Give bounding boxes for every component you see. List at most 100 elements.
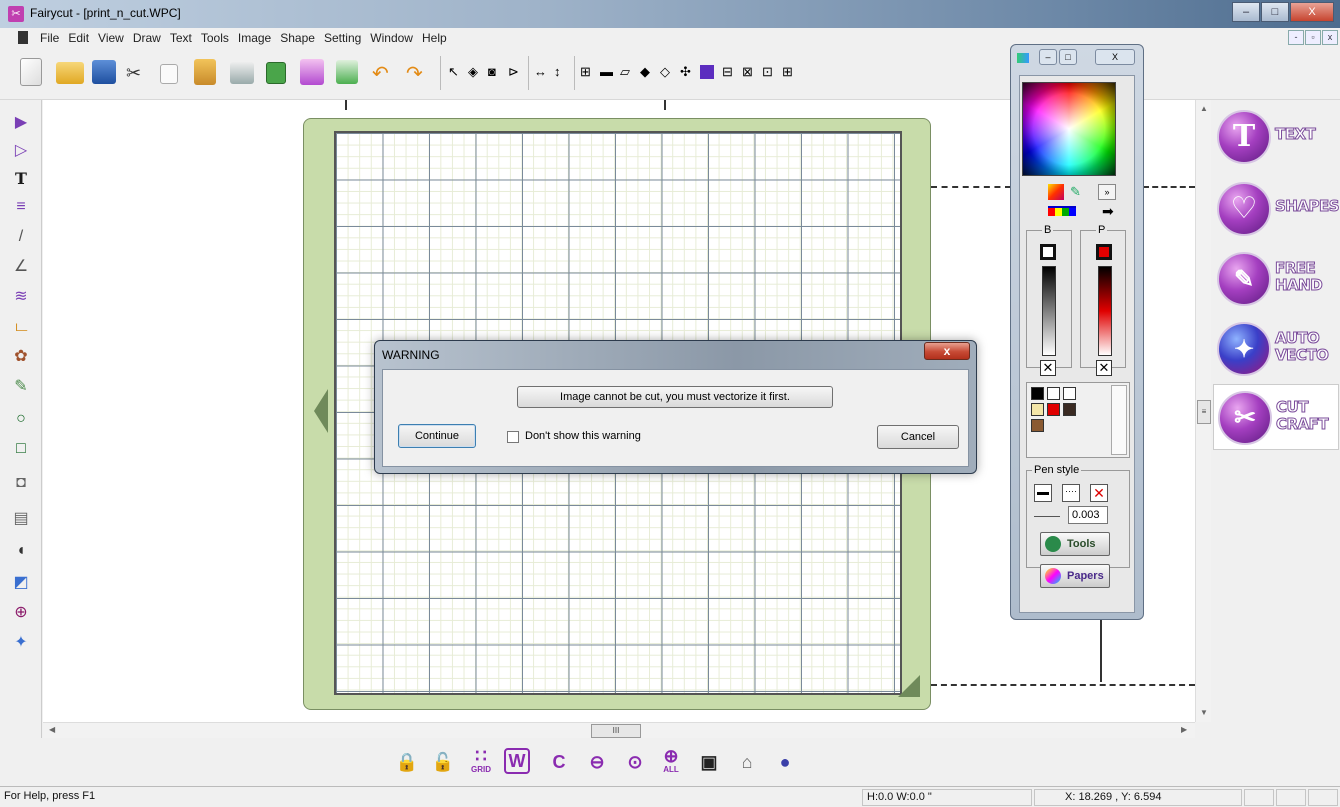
zoom-all-icon[interactable]: ⊕ ALL [656,746,686,778]
swatch-black[interactable] [1031,387,1044,400]
unlock-icon[interactable]: 🔓 [428,746,458,778]
fill-icon[interactable]: ◙ [488,64,504,80]
vertical-scrollbar[interactable]: ▲ ≡ ▼ [1195,100,1211,722]
gradient-icon[interactable] [1048,184,1064,200]
weld-w-icon[interactable]: W [504,748,530,774]
rectangle-tool-icon[interactable]: □ [10,438,32,460]
auto-vecto-panel-item[interactable]: ✦ AUTO VECTO [1213,316,1339,382]
menu-text[interactable]: Text [170,31,192,45]
zoom-in-tool-icon[interactable]: ⊕ [10,602,32,624]
wave-tool-icon[interactable]: ≋ [10,286,32,308]
cut-icon[interactable]: ✂ [126,64,144,82]
mdi-restore-button[interactable]: ▫ [1305,30,1321,45]
palette-minimize-button[interactable]: – [1039,49,1057,65]
palette-more-button[interactable]: » [1098,184,1116,200]
menu-image[interactable]: Image [238,31,271,45]
pen-width-input[interactable]: 0.003 [1068,506,1108,524]
eraser-icon[interactable]: ▱ [620,64,636,80]
scroll-left-icon[interactable]: ◀ [49,725,55,734]
fill-tool-icon[interactable]: ◘ [10,472,32,494]
print-icon[interactable] [230,62,254,84]
dotted-pen-style-button[interactable]: ···· [1062,484,1080,502]
group-icon[interactable]: ⊞ [580,64,596,80]
eraser-tool-icon[interactable]: ◩ [10,572,32,594]
cancel-button[interactable]: Cancel [877,425,959,449]
mdi-minimize-button[interactable]: - [1288,30,1304,45]
swatch-cream[interactable] [1031,403,1044,416]
menu-shape[interactable]: Shape [280,31,315,45]
select-arrow-icon[interactable]: ▶ [10,112,32,134]
save-icon[interactable] [92,60,116,84]
globe-icon[interactable]: ● [770,746,800,778]
machine-icon[interactable]: ⌂ [732,746,762,778]
papers-button[interactable]: Papers [1040,564,1110,588]
menu-window[interactable]: Window [370,31,413,45]
contour-c-icon[interactable]: C [544,746,574,778]
minimize-button[interactable]: – [1232,2,1260,22]
flip-v-icon[interactable]: ↕ [554,64,570,80]
menu-tools[interactable]: Tools [201,31,229,45]
tools-button[interactable]: Tools [1040,532,1110,556]
text-panel-item[interactable]: T TEXT [1213,104,1339,170]
text-tool-icon[interactable]: T [10,168,32,190]
line-tool-icon[interactable]: / [10,226,32,248]
import-icon[interactable] [336,60,358,84]
redo-icon[interactable]: ↷ [406,64,428,84]
cut-craft-panel-item[interactable]: ✂ CUT CRAFT [1213,384,1339,450]
split-icon[interactable]: ⊳ [508,64,524,80]
menu-help[interactable]: Help [422,31,447,45]
close-button[interactable]: X [1290,2,1334,22]
document-icon[interactable] [18,31,28,44]
free-hand-panel-item[interactable]: ✎ FREE HAND [1213,246,1339,312]
swatch-red[interactable] [1047,403,1060,416]
mdi-close-button[interactable]: x [1322,30,1338,45]
color-icon[interactable] [700,65,714,79]
no-pen-style-button[interactable]: ✕ [1090,484,1108,502]
align-icon[interactable]: ⊟ [722,64,738,80]
color-wheel[interactable] [1022,82,1116,176]
knife-tool-icon[interactable]: ◖ [10,540,32,562]
center-icon[interactable]: ✣ [680,64,696,80]
select-icon[interactable]: ↖ [448,64,464,80]
menu-edit[interactable]: Edit [68,31,89,45]
preview-icon[interactable]: ▣ [694,746,724,778]
rect-icon[interactable]: ▬ [600,64,616,80]
swatch-scrollbar[interactable] [1111,385,1127,455]
palette-close-button[interactable]: X [1095,49,1135,65]
pencil-tool-icon[interactable]: ✎ [10,376,32,398]
flip-h-icon[interactable]: ↔ [534,64,550,80]
pen-none-icon[interactable]: ✕ [1096,360,1112,376]
continue-button[interactable]: Continue [398,424,476,448]
scroll-right-icon[interactable]: ▶ [1181,725,1187,734]
spiral-tool-icon[interactable]: ட [10,316,32,338]
pen-color-swatch[interactable] [1096,244,1112,260]
image-tool-icon[interactable]: ▤ [10,508,32,530]
swatch-brown[interactable] [1031,419,1044,432]
weld-icon[interactable]: ◆ [640,64,656,80]
border-color-swatch[interactable] [1040,244,1056,260]
pen-tool-icon[interactable]: ∠ [10,256,32,278]
zoom-selection-icon[interactable]: ⊙ [620,746,650,778]
text-on-path-icon[interactable]: ≡ [10,196,32,218]
node-edit-icon[interactable]: ▷ [10,140,32,162]
dont-show-checkbox[interactable] [507,431,519,443]
lock-icon[interactable]: 🔒 [392,746,422,778]
menu-view[interactable]: View [98,31,124,45]
library-icon[interactable] [300,59,324,85]
swatch-dark-brown[interactable] [1063,403,1076,416]
scroll-up-icon[interactable]: ▲ [1200,104,1208,113]
horizontal-scrollbar[interactable]: ◀ III ▶ [43,722,1195,738]
shadow-icon[interactable]: ◇ [660,64,676,80]
eyedropper-icon[interactable]: ✎ [1070,184,1088,200]
open-icon[interactable] [56,62,84,84]
palette-title-bar[interactable]: – □ X [1011,45,1143,71]
new-icon[interactable] [20,58,42,86]
dialog-close-button[interactable]: x [924,342,970,360]
menu-file[interactable]: File [40,31,59,45]
swatch-white[interactable] [1047,387,1060,400]
copy-icon[interactable] [160,64,178,84]
border-none-icon[interactable]: ✕ [1040,360,1056,376]
swatch-white[interactable] [1063,387,1076,400]
refresh-icon[interactable] [266,62,286,84]
align2-icon[interactable]: ⊠ [742,64,758,80]
